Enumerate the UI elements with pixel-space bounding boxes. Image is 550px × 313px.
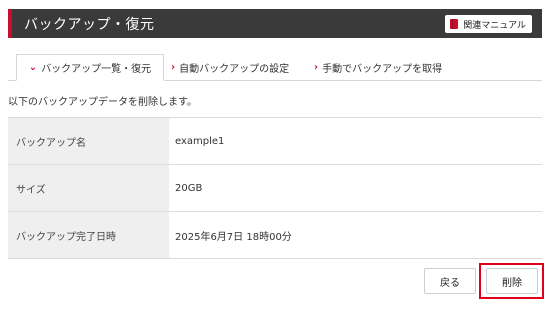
tab-bar: ⌄ バックアップ一覧・復元 › 自動バックアップの設定 › 手動でバックアップを… <box>8 54 542 81</box>
tab-label: バックアップ一覧・復元 <box>41 64 152 75</box>
tab-auto-backup-settings[interactable]: › 自動バックアップの設定 <box>171 54 289 80</box>
page-title: バックアップ・復元 <box>24 17 155 33</box>
completion-time-value: 2025年6月7日 18時00分 <box>169 211 542 259</box>
size-label: サイズ <box>8 164 169 212</box>
size-value: 20GB <box>169 164 542 212</box>
tab-manual-backup[interactable]: › 手動でバックアップを取得 <box>314 54 442 80</box>
table-row: サイズ 20GB <box>8 164 542 212</box>
tab-label: 手動でバックアップを取得 <box>322 63 443 75</box>
backup-name-value: example1 <box>169 117 542 165</box>
back-button[interactable]: 戻る <box>424 268 476 294</box>
table-row: バックアップ名 example1 <box>8 117 542 165</box>
book-icon <box>450 19 459 29</box>
delete-confirmation-message: 以下のバックアップデータを削除します。 <box>8 97 197 108</box>
tab-label: 自動バックアップの設定 <box>179 63 290 75</box>
completion-time-label: バックアップ完了日時 <box>8 211 169 259</box>
delete-button[interactable]: 削除 <box>486 268 538 294</box>
chevron-down-icon: ⌄ <box>28 62 38 73</box>
backup-details-table: バックアップ名 example1 サイズ 20GB バックアップ完了日時 202… <box>8 117 542 259</box>
related-manual-button[interactable]: 関連マニュアル <box>445 15 532 33</box>
page-header: バックアップ・復元 関連マニュアル <box>8 9 542 38</box>
table-row: バックアップ完了日時 2025年6月7日 18時00分 <box>8 211 542 259</box>
tab-backup-list-restore[interactable]: ⌄ バックアップ一覧・復元 <box>16 54 164 81</box>
related-manual-label: 関連マニュアル <box>463 20 526 31</box>
chevron-right-icon: › <box>314 61 319 73</box>
chevron-right-icon: › <box>171 61 176 73</box>
backup-name-label: バックアップ名 <box>8 117 169 165</box>
